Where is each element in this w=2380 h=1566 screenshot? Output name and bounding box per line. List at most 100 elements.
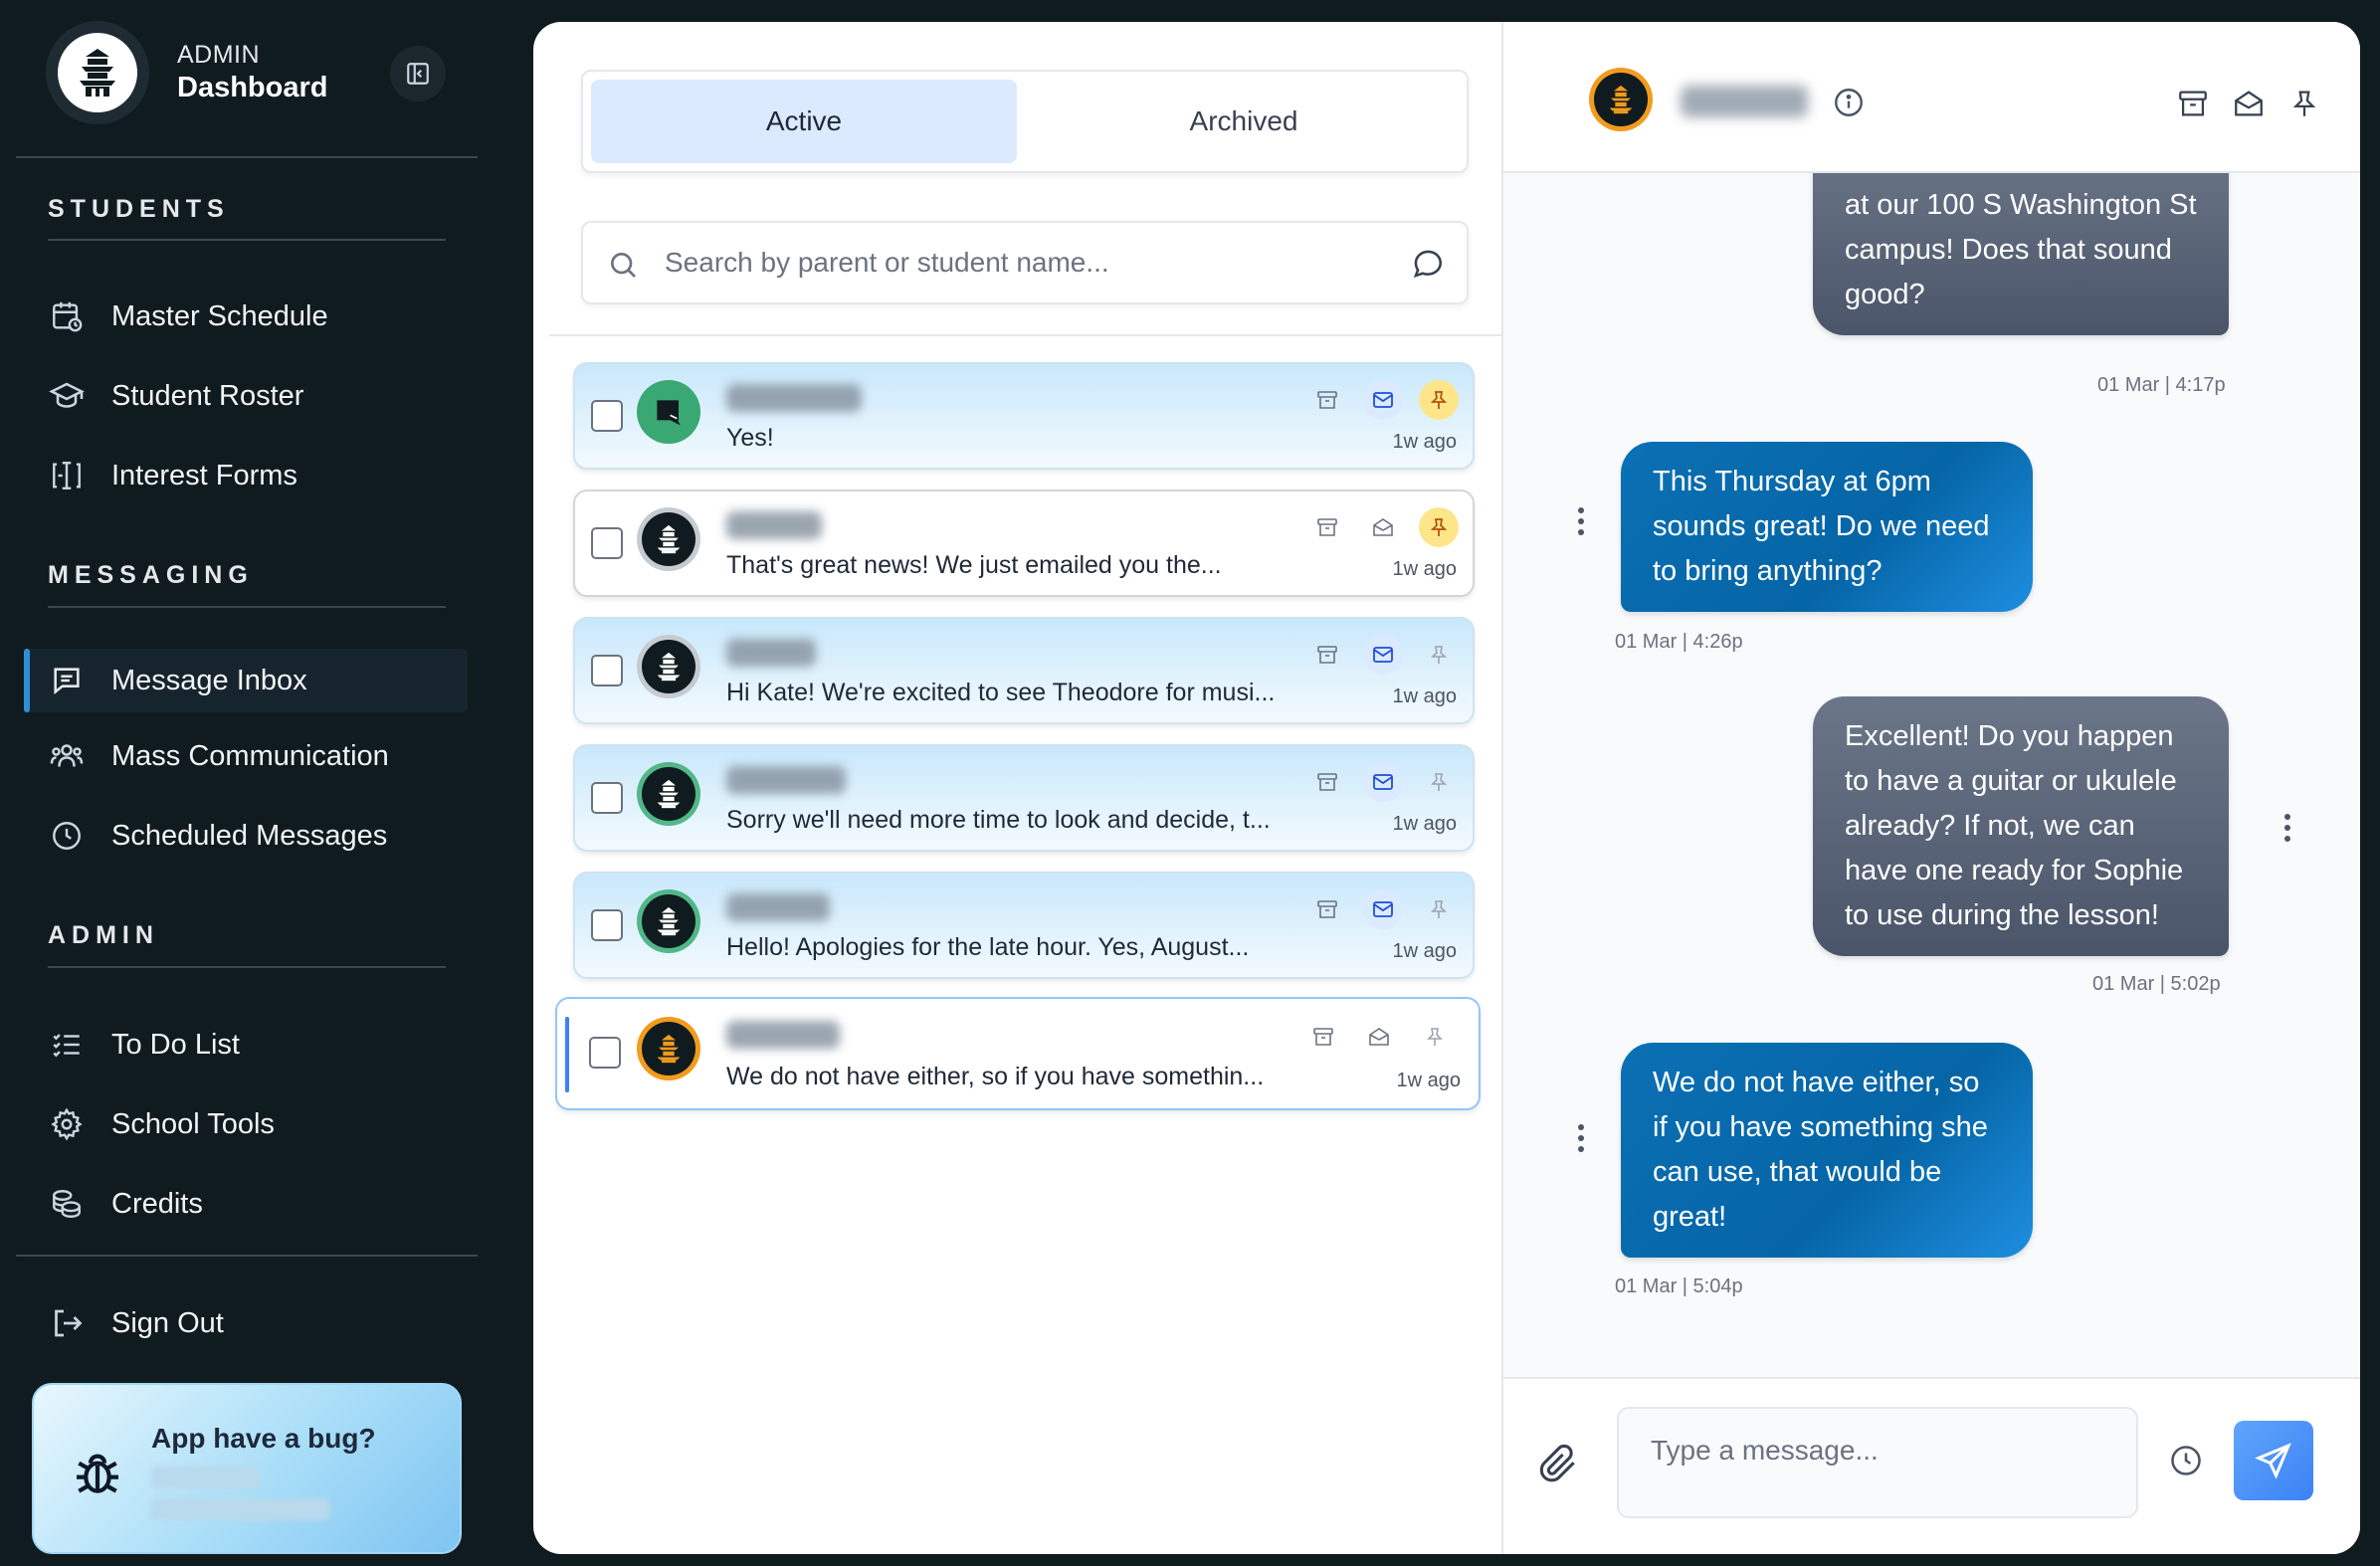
message-options-icon[interactable]	[1569, 501, 1593, 541]
message-input-placeholder: Type a message...	[1651, 1435, 1879, 1466]
pin-off-icon	[1431, 773, 1447, 791]
sidebar-item-school-tools[interactable]: School Tools	[24, 1092, 468, 1156]
search-input[interactable]: Search by parent or student name...	[581, 221, 1469, 304]
sidebar-item-student-roster[interactable]: Student Roster	[24, 364, 468, 428]
send-button[interactable]	[2234, 1421, 2313, 1500]
avatar	[637, 380, 700, 444]
sidebar-item-label: Scheduled Messages	[111, 819, 388, 852]
info-icon[interactable]	[1832, 86, 1866, 124]
archive-button[interactable]	[1307, 380, 1347, 420]
archive-button[interactable]	[1307, 507, 1347, 547]
archive-button[interactable]	[1307, 635, 1347, 675]
conversation-item[interactable]: Hello! Apologies for the late hour. Yes,…	[573, 872, 1475, 979]
pin-button[interactable]	[1419, 507, 1459, 547]
sidebar-item-label: Credits	[111, 1187, 203, 1220]
sidebar-item-label: School Tools	[111, 1107, 275, 1140]
sidebar-item-mass-communication[interactable]: Mass Communication	[24, 724, 468, 788]
mark-unread-conversation-button[interactable]	[2229, 84, 2269, 123]
avatar	[637, 635, 700, 698]
mark-read-button[interactable]	[1363, 380, 1403, 420]
pin-off-icon	[1431, 900, 1447, 918]
mail-open-icon	[1369, 1028, 1389, 1046]
conversation-item[interactable]: That's great news! We just emailed you t…	[573, 489, 1475, 597]
panel-left-icon	[407, 63, 429, 85]
report-bug-card[interactable]: App have a bug?	[32, 1383, 462, 1554]
select-checkbox[interactable]	[591, 782, 623, 814]
pagoda-icon	[657, 906, 681, 936]
divider	[16, 1255, 478, 1257]
message-options-icon[interactable]	[1569, 1118, 1593, 1158]
tab-archived[interactable]: Archived	[1027, 80, 1461, 163]
tab-active[interactable]: Active	[591, 80, 1017, 163]
conversation-item-selected[interactable]: We do not have either, so if you have so…	[555, 997, 1481, 1110]
schedule-message-clock-icon[interactable]	[2168, 1443, 2204, 1483]
archive-conversation-button[interactable]	[2173, 84, 2213, 123]
avatar	[637, 889, 700, 953]
sidebar-item-message-inbox[interactable]: Message Inbox	[24, 649, 468, 712]
sign-out-button[interactable]: Sign Out	[24, 1291, 468, 1355]
message-circle-icon[interactable]	[1411, 247, 1445, 286]
bug-icon	[70, 1445, 125, 1505]
sidebar-item-label: To Do List	[111, 1028, 240, 1061]
contact-avatar	[1589, 68, 1653, 131]
pin-button[interactable]	[1419, 889, 1459, 929]
archive-button[interactable]	[1307, 889, 1347, 929]
collapse-sidebar-button[interactable]	[390, 46, 446, 101]
archive-icon	[1313, 1028, 1333, 1046]
message-preview: That's great news! We just emailed you t…	[726, 551, 1222, 579]
contact-name-redacted	[726, 766, 846, 794]
mail-open-icon	[2235, 91, 2263, 116]
pin-button[interactable]	[1419, 762, 1459, 802]
mark-unread-button[interactable]	[1359, 1017, 1399, 1057]
mark-read-button[interactable]	[1363, 635, 1403, 675]
sidebar-item-label: Interest Forms	[111, 459, 298, 491]
avatar	[637, 762, 700, 826]
select-checkbox[interactable]	[591, 527, 623, 559]
archive-button[interactable]	[1303, 1017, 1343, 1057]
mark-read-button[interactable]	[1363, 889, 1403, 929]
sidebar-item-todo-list[interactable]: To Do List	[24, 1013, 468, 1077]
mail-icon	[1373, 774, 1393, 790]
mail-icon	[1373, 392, 1393, 408]
conversation-item[interactable]: Yes! 1w ago	[573, 362, 1475, 470]
sidebar-item-scheduled-messages[interactable]: Scheduled Messages	[24, 804, 468, 868]
timestamp: 1w ago	[1392, 558, 1458, 580]
search-placeholder: Search by parent or student name...	[665, 247, 1109, 278]
archive-icon	[1317, 900, 1337, 918]
incoming-message: We do not have either, so if you have so…	[1621, 1043, 2033, 1258]
sidebar-item-master-schedule[interactable]: Master Schedule	[24, 285, 468, 348]
contact-name-redacted	[726, 1021, 840, 1049]
redacted-text	[151, 1467, 261, 1488]
archive-button[interactable]	[1307, 762, 1347, 802]
archive-icon	[1317, 518, 1337, 536]
pin-button[interactable]	[1415, 1017, 1455, 1057]
sidebar-item-label: Mass Communication	[111, 739, 389, 772]
mark-unread-button[interactable]	[1363, 507, 1403, 547]
sidebar-item-label: Master Schedule	[111, 299, 328, 332]
select-checkbox[interactable]	[591, 655, 623, 686]
mail-open-icon	[1373, 518, 1393, 536]
pin-conversation-button[interactable]	[2284, 84, 2324, 123]
conversation-item[interactable]: Sorry we'll need more time to look and d…	[573, 744, 1475, 852]
contact-name-redacted	[726, 511, 822, 539]
select-checkbox[interactable]	[591, 909, 623, 941]
mark-read-button[interactable]	[1363, 762, 1403, 802]
contact-name-redacted	[726, 384, 862, 412]
sidebar-item-interest-forms[interactable]: Interest Forms	[24, 444, 468, 507]
sidebar-item-credits[interactable]: Credits	[24, 1172, 468, 1236]
message-thread: at our 100 S Washington St campus! Does …	[1503, 173, 2360, 1377]
sidebar-item-label: Student Roster	[111, 379, 304, 412]
pagoda-icon	[657, 779, 681, 809]
select-checkbox[interactable]	[591, 400, 623, 432]
pin-button[interactable]	[1419, 635, 1459, 675]
message-input[interactable]: Type a message...	[1617, 1407, 2138, 1518]
message-preview: Hello! Apologies for the late hour. Yes,…	[726, 933, 1250, 961]
select-checkbox[interactable]	[589, 1037, 621, 1069]
message-options-icon[interactable]	[2276, 808, 2299, 848]
paperclip-icon[interactable]	[1537, 1443, 1581, 1491]
timestamp: 1w ago	[1396, 1070, 1462, 1091]
divider	[48, 239, 446, 241]
pin-button[interactable]	[1419, 380, 1459, 420]
outgoing-message: at our 100 S Washington St campus! Does …	[1813, 173, 2229, 335]
conversation-item[interactable]: Hi Kate! We're excited to see Theodore f…	[573, 617, 1475, 724]
